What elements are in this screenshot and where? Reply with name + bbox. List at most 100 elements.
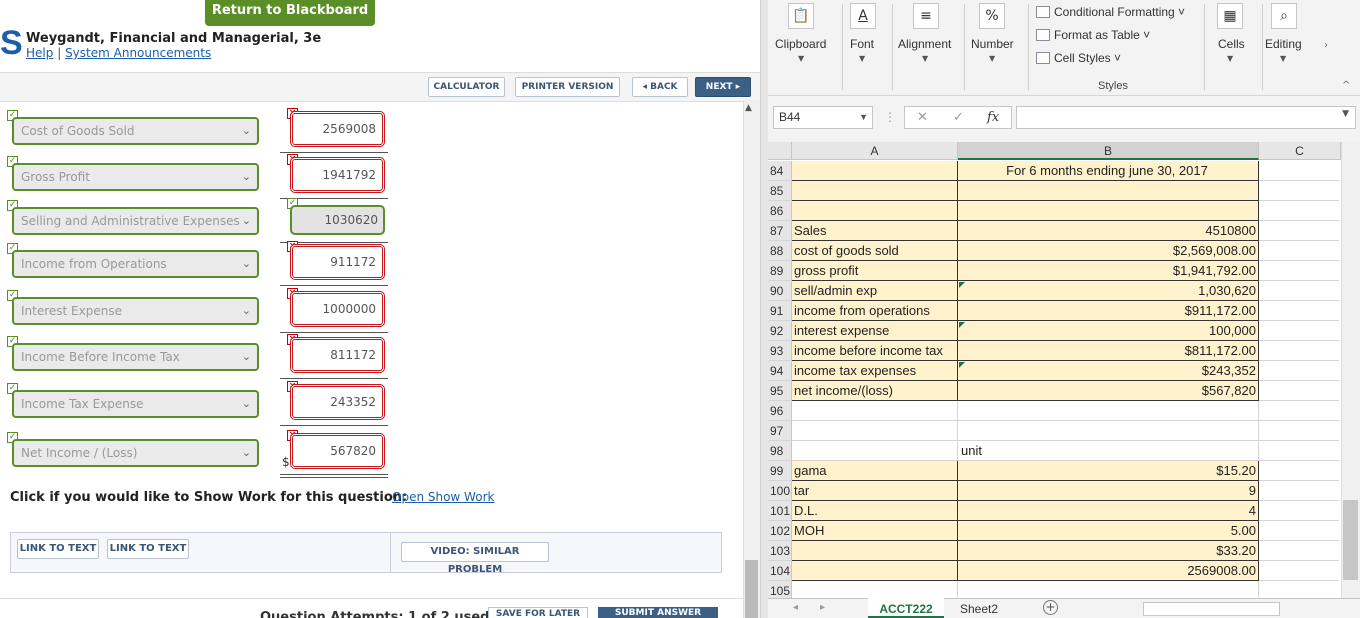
name-box[interactable]: B44 ▼	[773, 106, 873, 129]
cell-b[interactable]: unit	[958, 441, 1259, 461]
row-header[interactable]: 94	[768, 361, 792, 381]
column-header-b[interactable]: B	[958, 142, 1259, 160]
sheet-tab-acct222[interactable]: ACCT222	[868, 598, 944, 618]
cell-c[interactable]	[1259, 201, 1339, 221]
cell-c[interactable]	[1259, 221, 1339, 241]
cell-c[interactable]	[1259, 361, 1339, 381]
cell-b[interactable]: $811,172.00	[958, 341, 1259, 361]
page-scrollbar-thumb[interactable]	[745, 560, 758, 618]
amount-input[interactable]: 811172	[290, 337, 385, 373]
font-group[interactable]: Font	[850, 37, 874, 51]
cell-c[interactable]	[1259, 401, 1339, 421]
cell-a[interactable]: tar	[792, 481, 958, 501]
enter-icon[interactable]: ✓	[953, 107, 964, 128]
row-header[interactable]: 96	[768, 401, 792, 421]
cell-b[interactable]: 1,030,620	[958, 281, 1259, 301]
cell-a[interactable]	[792, 441, 958, 461]
cell-a[interactable]: Sales	[792, 221, 958, 241]
grid-scrollbar-thumb[interactable]	[1343, 500, 1358, 580]
select-all-corner[interactable]	[768, 142, 792, 160]
chevron-down-icon[interactable]: ▼	[1342, 109, 1349, 119]
row-header[interactable]: 103	[768, 541, 792, 561]
submit-answer-button[interactable]: SUBMIT ANSWER	[598, 607, 718, 618]
cell-b[interactable]: 4	[958, 501, 1259, 521]
chevron-down-icon[interactable]: ▼	[989, 54, 995, 63]
cell-a[interactable]	[792, 561, 958, 581]
amount-input[interactable]: 1030620	[290, 205, 385, 235]
link-to-text-button[interactable]: LINK TO TEXT	[17, 539, 99, 559]
amount-input[interactable]: 1941792	[290, 157, 385, 193]
cell-c[interactable]	[1259, 381, 1339, 401]
font-color-icon[interactable]: A	[850, 3, 876, 29]
amount-input[interactable]: 2569008	[290, 111, 385, 147]
back-button[interactable]: ◂ BACK	[632, 77, 688, 97]
cell-c[interactable]	[1259, 461, 1339, 481]
chevron-down-icon[interactable]: ▼	[798, 54, 804, 63]
cell-a[interactable]: cost of goods sold	[792, 241, 958, 261]
cell-b[interactable]	[958, 421, 1259, 441]
cell-a[interactable]: income from operations	[792, 301, 958, 321]
cell-a[interactable]: sell/admin exp	[792, 281, 958, 301]
sheet-tab-sheet2[interactable]: Sheet2	[948, 598, 1010, 618]
row-header[interactable]: 85	[768, 181, 792, 201]
next-sheet-icon[interactable]: ▸	[820, 602, 825, 613]
return-to-blackboard-button[interactable]: Return to Blackboard	[205, 0, 375, 26]
cell-c[interactable]	[1259, 281, 1339, 301]
save-for-later-button[interactable]: SAVE FOR LATER	[488, 607, 588, 618]
chevron-down-icon[interactable]: ▼	[922, 54, 928, 63]
amount-input[interactable]: 1000000	[290, 291, 385, 327]
row-header[interactable]: 86	[768, 201, 792, 221]
account-select[interactable]: Income Tax Expense ⌄	[12, 390, 259, 418]
add-sheet-icon[interactable]: +	[1043, 600, 1058, 615]
printer-version-button[interactable]: PRINTER VERSION	[515, 77, 620, 97]
cells-group[interactable]: Cells	[1218, 37, 1245, 51]
cell-a[interactable]: income before income tax	[792, 341, 958, 361]
account-select[interactable]: Income from Operations ⌄	[12, 250, 259, 278]
cell-a[interactable]: gama	[792, 461, 958, 481]
cell-c[interactable]	[1259, 261, 1339, 281]
cell-c[interactable]	[1259, 301, 1339, 321]
row-header[interactable]: 92	[768, 321, 792, 341]
row-header[interactable]: 93	[768, 341, 792, 361]
next-button[interactable]: NEXT ▸	[695, 77, 751, 97]
cell-a[interactable]: D.L.	[792, 501, 958, 521]
cell-a[interactable]: net income/(loss)	[792, 381, 958, 401]
system-announcements-link[interactable]: System Announcements	[65, 46, 211, 60]
insert-function-icon[interactable]: fx	[987, 107, 999, 128]
alignment-group[interactable]: Alignment	[898, 37, 951, 51]
cell-a[interactable]	[792, 161, 958, 181]
account-select[interactable]: Cost of Goods Sold ⌄	[12, 117, 259, 145]
row-header[interactable]: 98	[768, 441, 792, 461]
cell-b[interactable]: $243,352	[958, 361, 1259, 381]
row-header[interactable]: 99	[768, 461, 792, 481]
column-header-a[interactable]: A	[792, 142, 958, 160]
cell-b[interactable]: 9	[958, 481, 1259, 501]
calculator-button[interactable]: CALCULATOR	[428, 77, 505, 97]
row-header[interactable]: 100	[768, 481, 792, 501]
window-divider[interactable]	[760, 0, 768, 618]
prev-sheet-icon[interactable]: ◂	[793, 602, 798, 613]
row-header[interactable]: 101	[768, 501, 792, 521]
cell-b[interactable]	[958, 201, 1259, 221]
cell-b[interactable]: For 6 months ending june 30, 2017	[958, 161, 1259, 181]
row-header[interactable]: 95	[768, 381, 792, 401]
row-header[interactable]: 87	[768, 221, 792, 241]
row-header[interactable]: 91	[768, 301, 792, 321]
row-header[interactable]: 89	[768, 261, 792, 281]
cancel-icon[interactable]: ✕	[917, 107, 928, 128]
account-select[interactable]: Selling and Administrative Expenses ⌄	[12, 207, 259, 235]
cell-b[interactable]: 2569008.00	[958, 561, 1259, 581]
clipboard-icon[interactable]: 📋	[788, 3, 814, 29]
account-select[interactable]: Interest Expense ⌄	[12, 297, 259, 325]
cell-c[interactable]	[1259, 481, 1339, 501]
chevron-down-icon[interactable]: ▼	[859, 107, 868, 128]
cell-a[interactable]: gross profit	[792, 261, 958, 281]
row-header[interactable]: 104	[768, 561, 792, 581]
cell-b[interactable]: $911,172.00	[958, 301, 1259, 321]
cell-a[interactable]: interest expense	[792, 321, 958, 341]
help-link[interactable]: Help	[26, 46, 53, 60]
cell-b[interactable]: 4510800	[958, 221, 1259, 241]
percent-icon[interactable]: %	[979, 3, 1005, 29]
clipboard-group[interactable]: Clipboard	[775, 37, 826, 51]
cell-error-indicator-icon[interactable]	[959, 282, 965, 288]
